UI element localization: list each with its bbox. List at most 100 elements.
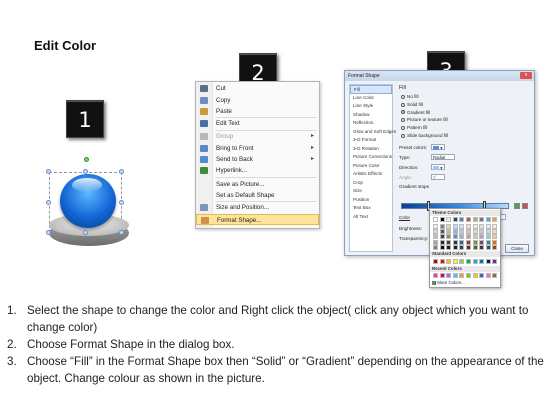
selected-shape[interactable] xyxy=(40,157,145,260)
recent-color-swatch[interactable] xyxy=(485,273,491,278)
theme-shade-swatch[interactable] xyxy=(492,223,498,229)
category-item-1[interactable]: Line Color xyxy=(350,94,392,103)
category-item-4[interactable]: Reflection xyxy=(350,119,392,128)
more-colors-option[interactable]: More Colors... xyxy=(432,280,465,286)
theme-shade-swatch[interactable] xyxy=(466,234,471,240)
theme-shade-swatch[interactable] xyxy=(446,234,452,240)
theme-shade-swatch[interactable] xyxy=(452,223,458,229)
add-stop-button[interactable] xyxy=(514,203,520,209)
theme-shade-swatch[interactable] xyxy=(479,234,485,240)
theme-color-swatch[interactable] xyxy=(472,217,478,222)
category-item-15[interactable]: Alt Text xyxy=(350,213,392,222)
theme-shade-swatch[interactable] xyxy=(479,223,485,229)
recent-color-swatch[interactable] xyxy=(492,273,498,278)
theme-shade-swatch[interactable] xyxy=(479,245,485,251)
standard-color-swatch[interactable] xyxy=(479,258,485,264)
menu-item-7[interactable]: Hyperlink... xyxy=(196,165,319,176)
theme-color-swatch[interactable] xyxy=(485,217,491,222)
theme-color-swatch[interactable] xyxy=(439,217,445,222)
menu-item-3[interactable]: Edit Text xyxy=(196,118,319,129)
category-item-10[interactable]: Artistic Effects xyxy=(350,170,392,179)
resize-handle-e[interactable] xyxy=(119,200,124,205)
menu-item-11[interactable]: Format Shape... xyxy=(196,214,319,225)
recent-color-swatch[interactable] xyxy=(433,273,438,278)
theme-shade-swatch[interactable] xyxy=(479,239,485,245)
theme-shade-swatch[interactable] xyxy=(492,234,498,240)
theme-shade-swatch[interactable] xyxy=(472,234,478,240)
category-item-13[interactable]: Position xyxy=(350,196,392,205)
theme-shade-swatch[interactable] xyxy=(446,239,452,245)
standard-color-swatch[interactable] xyxy=(452,258,458,264)
category-item-12[interactable]: Size xyxy=(350,187,392,196)
category-item-14[interactable]: Text Box xyxy=(350,204,392,213)
theme-shade-swatch[interactable] xyxy=(433,234,438,240)
theme-color-swatch[interactable] xyxy=(492,217,498,222)
theme-shade-swatch[interactable] xyxy=(459,239,465,245)
type-dropdown[interactable]: Radial xyxy=(431,154,455,160)
theme-shade-swatch[interactable] xyxy=(452,245,458,251)
fill-option-3[interactable]: Picture or texture fill xyxy=(401,117,448,122)
theme-shade-swatch[interactable] xyxy=(492,228,498,234)
theme-shade-swatch[interactable] xyxy=(485,239,491,245)
theme-color-swatch[interactable] xyxy=(446,217,452,222)
category-item-2[interactable]: Line Style xyxy=(350,102,392,111)
theme-shade-swatch[interactable] xyxy=(472,239,478,245)
fill-option-4[interactable]: Pattern fill xyxy=(401,125,427,130)
theme-shade-swatch[interactable] xyxy=(466,228,471,234)
theme-shade-swatch[interactable] xyxy=(439,239,445,245)
category-item-8[interactable]: Picture Corrections xyxy=(350,153,392,162)
recent-color-swatch[interactable] xyxy=(479,273,485,278)
theme-shade-swatch[interactable] xyxy=(459,234,465,240)
recent-color-swatch[interactable] xyxy=(452,273,458,278)
resize-handle-nw[interactable] xyxy=(46,169,51,174)
theme-shade-swatch[interactable] xyxy=(466,223,471,229)
theme-shade-swatch[interactable] xyxy=(466,239,471,245)
theme-color-swatch[interactable] xyxy=(433,217,438,222)
menu-item-0[interactable]: Cut xyxy=(196,83,319,94)
theme-shade-swatch[interactable] xyxy=(433,223,438,229)
theme-shade-swatch[interactable] xyxy=(459,223,465,229)
theme-shade-swatch[interactable] xyxy=(452,234,458,240)
theme-shade-swatch[interactable] xyxy=(433,239,438,245)
recent-color-swatch[interactable] xyxy=(459,273,465,278)
theme-shade-swatch[interactable] xyxy=(485,234,491,240)
menu-item-8[interactable]: Save as Picture... xyxy=(196,179,319,190)
theme-color-swatch[interactable] xyxy=(452,217,458,222)
standard-color-swatch[interactable] xyxy=(485,258,491,264)
menu-item-10[interactable]: Size and Position... xyxy=(196,202,319,213)
theme-shade-swatch[interactable] xyxy=(492,245,498,251)
menu-item-5[interactable]: Bring to Front ▸ xyxy=(196,143,319,154)
menu-item-9[interactable]: Set as Default Shape xyxy=(196,190,319,201)
theme-shade-swatch[interactable] xyxy=(446,223,452,229)
menu-item-6[interactable]: Send to Back ▸ xyxy=(196,154,319,165)
theme-shade-swatch[interactable] xyxy=(433,245,438,251)
category-item-6[interactable]: 3-D Format xyxy=(350,136,392,145)
standard-color-swatch[interactable] xyxy=(433,258,438,264)
theme-color-swatch[interactable] xyxy=(479,217,485,222)
theme-color-swatch[interactable] xyxy=(459,217,465,222)
resize-handle-n[interactable] xyxy=(83,169,88,174)
theme-shade-swatch[interactable] xyxy=(439,234,445,240)
recent-color-swatch[interactable] xyxy=(472,273,478,278)
theme-shade-swatch[interactable] xyxy=(466,245,471,251)
category-item-9[interactable]: Picture Color xyxy=(350,162,392,171)
category-item-11[interactable]: Crop xyxy=(350,179,392,188)
preset-colors-dropdown[interactable]: ▾ xyxy=(431,144,445,151)
standard-color-swatch[interactable] xyxy=(472,258,478,264)
theme-shade-swatch[interactable] xyxy=(452,228,458,234)
resize-handle-s[interactable] xyxy=(83,230,88,235)
category-item-5[interactable]: Glow and Soft Edges xyxy=(350,128,396,137)
theme-shade-swatch[interactable] xyxy=(485,223,491,229)
theme-shade-swatch[interactable] xyxy=(472,245,478,251)
theme-shade-swatch[interactable] xyxy=(459,245,465,251)
theme-shade-swatch[interactable] xyxy=(433,228,438,234)
theme-shade-swatch[interactable] xyxy=(439,245,445,251)
resize-handle-se[interactable] xyxy=(119,230,124,235)
menu-item-2[interactable]: Paste xyxy=(196,106,319,117)
resize-handle-ne[interactable] xyxy=(119,169,124,174)
rotation-handle[interactable] xyxy=(84,157,89,162)
theme-shade-swatch[interactable] xyxy=(439,228,445,234)
theme-color-swatch[interactable] xyxy=(466,217,471,222)
theme-shade-swatch[interactable] xyxy=(485,245,491,251)
standard-color-swatch[interactable] xyxy=(446,258,452,264)
